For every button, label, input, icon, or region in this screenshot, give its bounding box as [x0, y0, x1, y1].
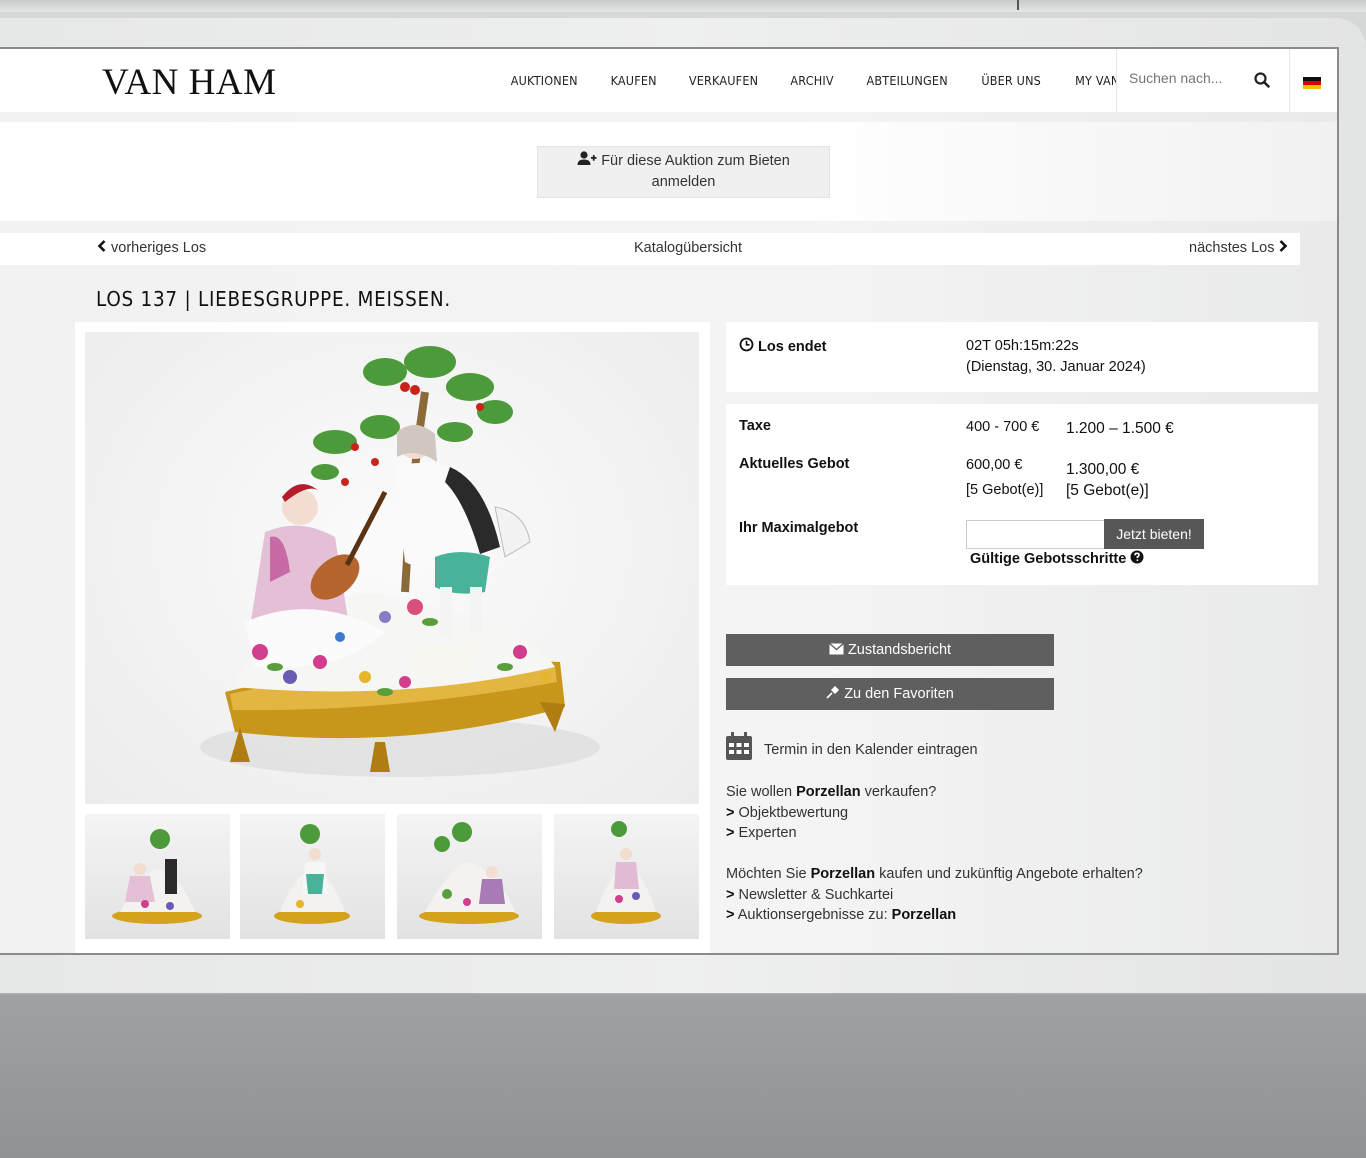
sell-suffix: verkaufen?	[860, 784, 937, 800]
site-header: VAN HAM AUKTIONEN KAUFEN VERKAUFEN ARCHI…	[0, 49, 1337, 112]
search-box	[1116, 49, 1290, 112]
add-to-calendar-label: Termin in den Kalender eintragen	[764, 742, 978, 758]
auction-results-prefix: Auktionsergebnisse zu:	[737, 907, 892, 923]
pin-icon	[826, 686, 840, 699]
buy-prefix: Möchten Sie	[726, 866, 811, 882]
bid-increments-label: Gültige Gebotsschritte	[970, 551, 1127, 567]
nav-kaufen[interactable]: KAUFEN	[610, 73, 656, 88]
next-lot-link[interactable]: nächstes Los	[1189, 240, 1288, 256]
sell-category: Porzellan	[796, 784, 861, 800]
max-bid-label: Ihr Maximalgebot	[739, 520, 859, 536]
buy-category: Porzellan	[810, 866, 876, 882]
valuation-link[interactable]: > Objektbewertung	[726, 803, 936, 824]
valuation-label: Objektbewertung	[738, 804, 849, 821]
thumbnail-1[interactable]	[85, 814, 230, 939]
buy-suffix: kaufen und zukünftig Angebote erhalten?	[875, 866, 1143, 882]
lot-title: LOS 137 | LIEBESGRUPPE. MEISSEN.	[96, 287, 451, 311]
auction-results-link[interactable]: > Auktionsergebnisse zu: Porzellan	[726, 905, 1143, 926]
sell-prefix: Sie wollen	[726, 784, 797, 800]
add-user-icon	[577, 151, 597, 165]
thumbnail-2[interactable]	[240, 814, 385, 939]
search-input[interactable]	[1129, 70, 1239, 86]
thumbnail-4[interactable]	[554, 814, 699, 939]
experts-label: Experten	[738, 825, 797, 841]
auction-results-category: Porzellan	[891, 907, 957, 923]
nav-archiv[interactable]: ARCHIV	[790, 73, 833, 88]
bid-increments-link[interactable]: Gültige Gebotsschritte	[970, 550, 1144, 567]
register-label-line1: Für diese Auktion zum Bieten	[601, 153, 790, 169]
previous-lot-label: vorheriges Los	[111, 240, 207, 256]
condition-report-button[interactable]: Zustandsbericht	[726, 634, 1054, 666]
place-bid-button[interactable]: Jetzt bieten!	[1104, 519, 1204, 549]
register-to-bid-button[interactable]: Für diese Auktion zum Bieten anmelden	[537, 146, 830, 198]
current-bid-value-alt: 1.300,00 €	[1066, 461, 1140, 478]
add-favorites-label: Zu den Favoriten	[844, 686, 954, 702]
previous-lot-link[interactable]: vorheriges Los	[97, 240, 206, 256]
main-nav: AUKTIONEN KAUFEN VERKAUFEN ARCHIV ABTEIL…	[494, 49, 1167, 112]
lot-end-label: Los endet	[758, 339, 827, 355]
buy-question: Möchten Sie Porzellan kaufen und zukünft…	[726, 864, 1143, 885]
next-lot-label: nächstes Los	[1189, 240, 1275, 256]
current-bid-count-alt: [5 Gebot(e)]	[1066, 482, 1149, 499]
register-label-line2: anmelden	[651, 174, 716, 190]
newsletter-label: Newsletter & Suchkartei	[738, 886, 894, 903]
device-top-edge	[0, 0, 1366, 12]
nav-verkaufen[interactable]: VERKAUFEN	[689, 73, 758, 88]
nav-abteilungen[interactable]: ABTEILUNGEN	[867, 73, 948, 88]
end-date: (Dienstag, 30. Januar 2024)	[966, 359, 1146, 375]
main-lot-image[interactable]	[85, 332, 699, 804]
device-top-tick	[1017, 0, 1019, 10]
sell-info: Sie wollen Porzellan verkaufen? > Objekt…	[726, 782, 936, 844]
site-logo[interactable]: VAN HAM	[102, 61, 276, 104]
chevron-left-icon	[97, 240, 106, 252]
search-icon[interactable]	[1253, 71, 1271, 89]
buy-info: Möchten Sie Porzellan kaufen und zukünft…	[726, 864, 1143, 926]
lot-end-panel: Los endet 02T 05h:15m:22s (Dienstag, 30.…	[726, 322, 1318, 392]
browser-viewport: VAN HAM AUKTIONEN KAUFEN VERKAUFEN ARCHI…	[0, 47, 1339, 955]
estimate-label: Taxe	[739, 418, 771, 434]
register-banner: Für diese Auktion zum Bieten anmelden	[0, 122, 1337, 221]
condition-report-label: Zustandsbericht	[847, 642, 952, 658]
newsletter-link[interactable]: > Newsletter & Suchkartei	[726, 885, 1143, 906]
sell-question: Sie wollen Porzellan verkaufen?	[726, 782, 936, 803]
image-gallery	[75, 322, 710, 953]
estimate-value: 400 - 700 €	[966, 419, 1040, 435]
estimate-value-alt: 1.200 – 1.500 €	[1066, 420, 1174, 437]
add-favorites-button[interactable]: Zu den Favoriten	[726, 678, 1054, 710]
nav-auktionen[interactable]: AUKTIONEN	[511, 73, 578, 88]
question-circle-icon	[1130, 550, 1144, 564]
clock-icon	[739, 337, 754, 352]
lot-end-label-wrap: Los endet	[739, 337, 827, 355]
calendar-icon	[726, 732, 752, 760]
german-flag-icon[interactable]	[1303, 77, 1321, 89]
countdown: 02T 05h:15m:22s	[966, 338, 1079, 354]
experts-link[interactable]: > Experten	[726, 823, 936, 844]
lot-navigation: vorheriges Los Katalogübersicht nächstes…	[0, 233, 1300, 265]
max-bid-input[interactable]	[966, 520, 1105, 549]
current-bid-value: 600,00 €	[966, 457, 1023, 473]
nav-ueber-uns[interactable]: ÜBER UNS	[982, 73, 1042, 88]
bidding-panel: Taxe 400 - 700 € 1.200 – 1.500 € Aktuell…	[726, 404, 1318, 585]
current-bid-count: [5 Gebot(e)]	[966, 482, 1044, 498]
envelope-icon	[828, 642, 844, 655]
porcelain-figure-illustration	[200, 346, 600, 777]
chevron-right-icon	[1280, 240, 1288, 252]
current-bid-label: Aktuelles Gebot	[739, 456, 850, 472]
catalog-overview-link[interactable]: Katalogübersicht	[634, 240, 742, 256]
thumbnail-3[interactable]	[397, 814, 542, 939]
